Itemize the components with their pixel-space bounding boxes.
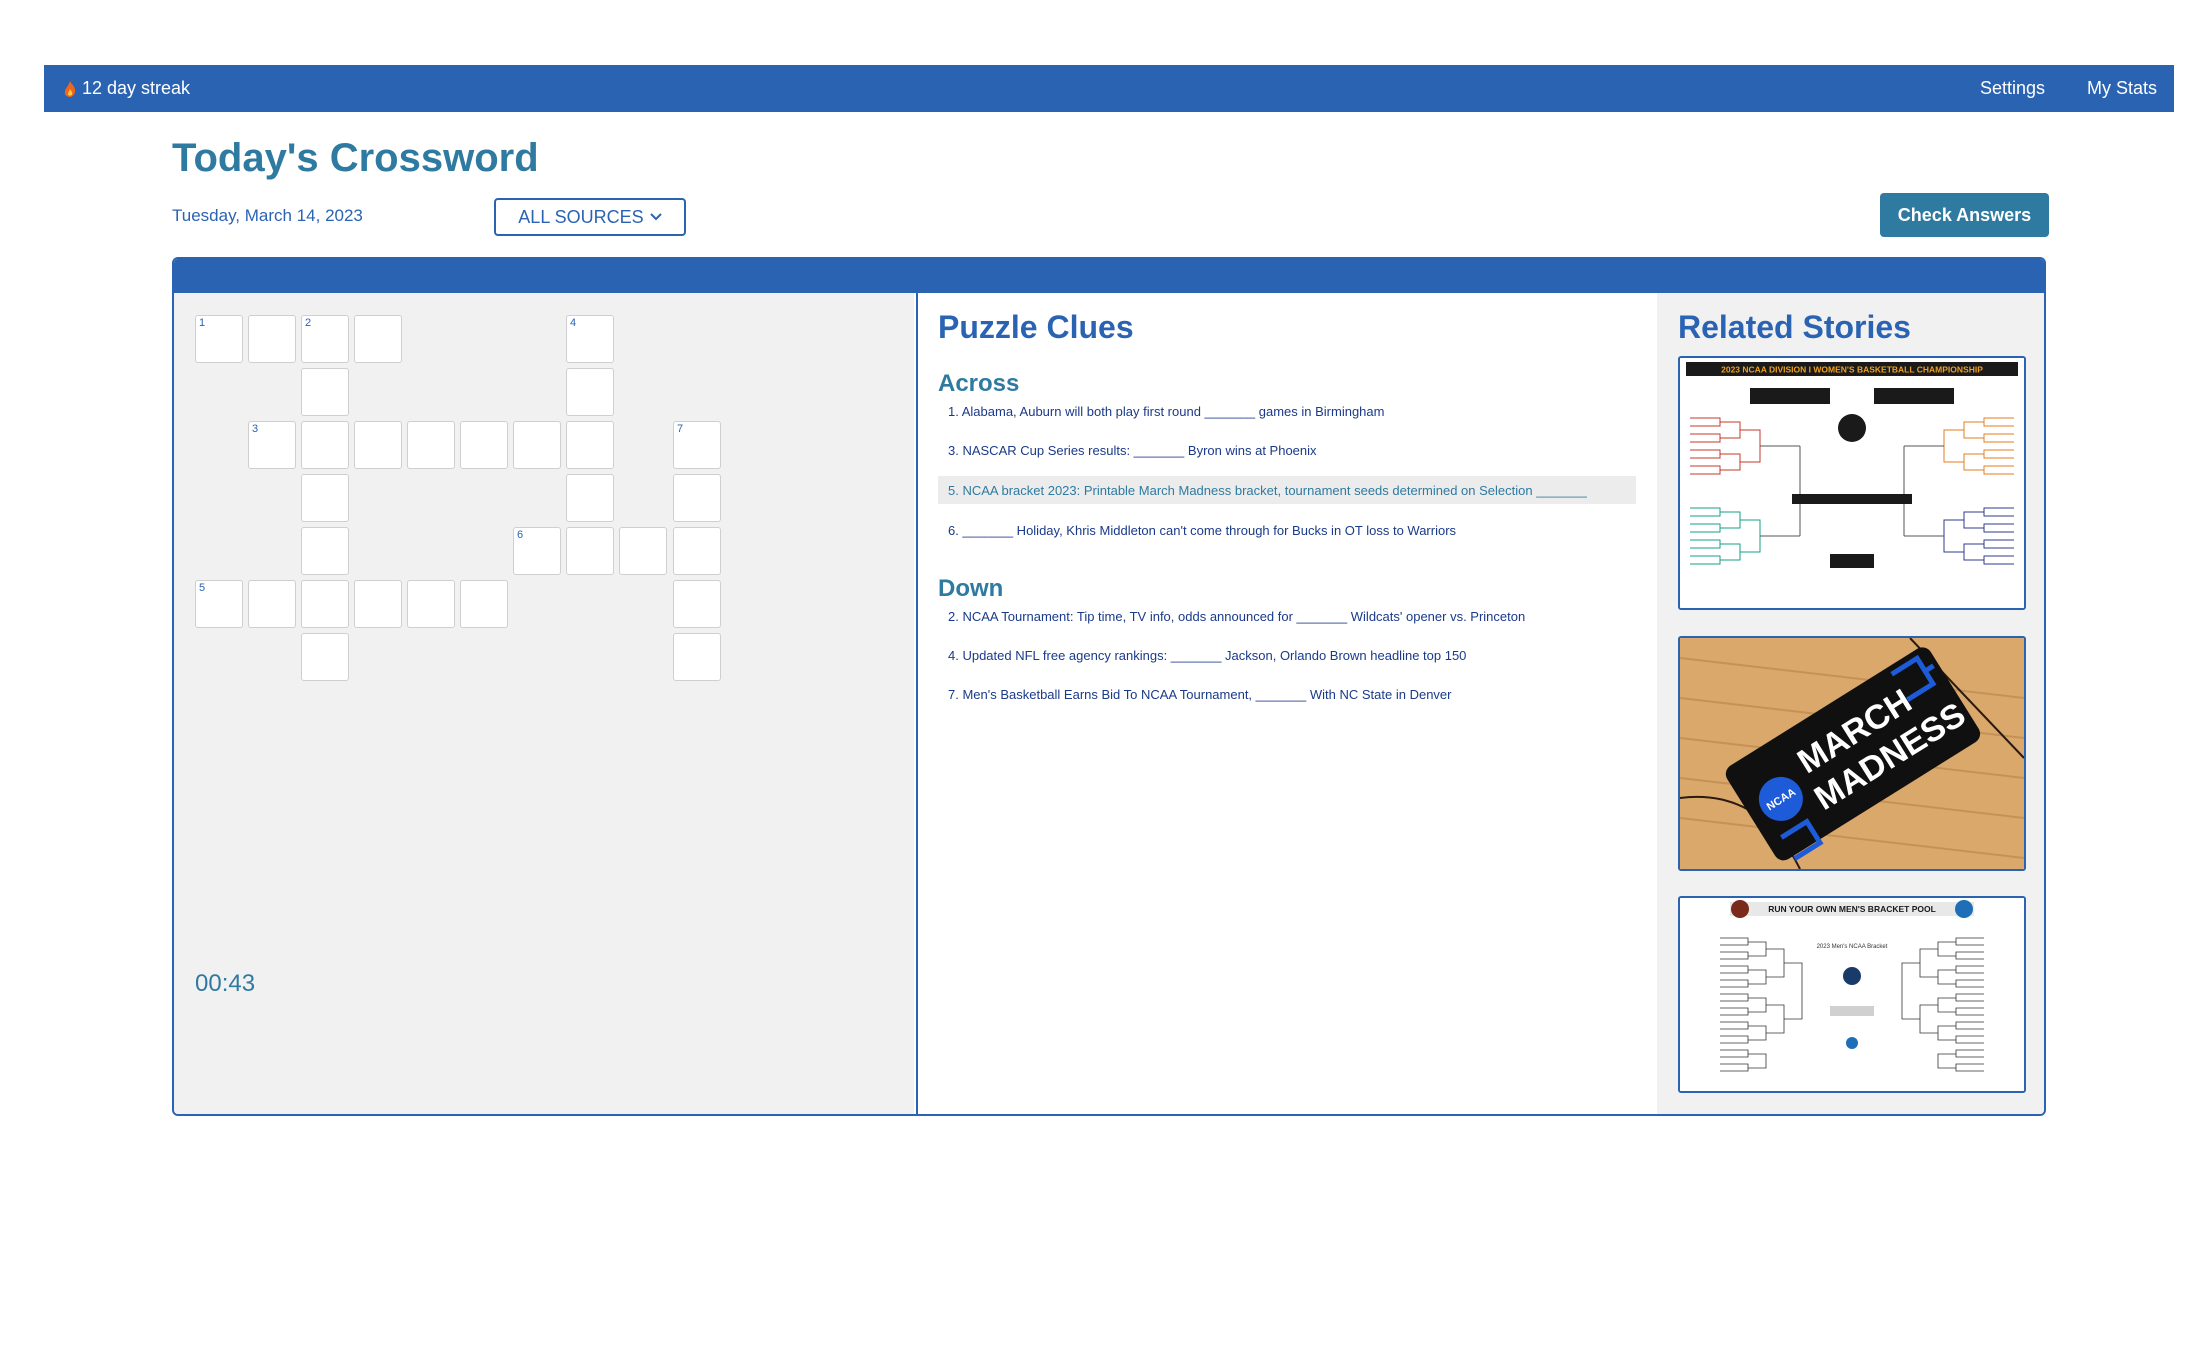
grid-cell[interactable] [566, 527, 614, 575]
grid-cell[interactable]: 4 [566, 315, 614, 363]
story-card-march-madness[interactable]: MARCH MADNESS NCAA [1678, 636, 2026, 871]
crossword-area: 1 2 4 3 7 6 5 00:43 [174, 293, 914, 1114]
clue-number: 2 [305, 317, 312, 329]
grid-cell[interactable] [673, 633, 721, 681]
story-card-mens-bracket[interactable]: RUN YOUR OWN MEN'S BRACKET POOL 2023 Men… [1678, 896, 2026, 1093]
grid-cell[interactable]: 5 [195, 580, 243, 628]
womens-bracket-banner: 2023 NCAA DIVISION I WOMEN'S BASKETBALL … [1721, 365, 1983, 375]
chevron-down-icon [649, 213, 662, 221]
streak-text: 12 day streak [82, 78, 191, 98]
streak-indicator: 12 day streak [64, 78, 190, 99]
clue-down-2[interactable]: 2. NCAA Tournament: Tip time, TV info, o… [938, 602, 1636, 630]
mens-bracket-image: RUN YOUR OWN MEN'S BRACKET POOL 2023 Men… [1680, 898, 2024, 1091]
clue-number: 1 [199, 317, 206, 329]
grid-cell[interactable] [566, 368, 614, 416]
timer: 00:43 [195, 970, 256, 997]
grid-cell[interactable] [460, 580, 508, 628]
puzzle-date: Tuesday, March 14, 2023 [172, 206, 363, 225]
clue-across-5[interactable]: 5. NCAA bracket 2023: Printable March Ma… [938, 476, 1636, 504]
grid-cell[interactable] [301, 474, 349, 522]
my-stats-link[interactable]: My Stats [2087, 78, 2157, 99]
clue-number: 4 [570, 317, 577, 329]
grid-cell[interactable] [566, 421, 614, 469]
march-madness-image: MARCH MADNESS NCAA [1680, 638, 2024, 869]
mens-bracket-subtitle: 2023 Men's NCAA Bracket [1817, 944, 1888, 950]
grid-cell[interactable]: 2 [301, 315, 349, 363]
clue-number: 5 [199, 582, 206, 594]
clue-number: 3 [252, 423, 259, 435]
grid-cell[interactable] [673, 527, 721, 575]
clue-across-1[interactable]: 1. Alabama, Auburn will both play first … [938, 397, 1636, 425]
grid-cell[interactable] [301, 633, 349, 681]
grid-cell[interactable] [460, 421, 508, 469]
top-bar: 12 day streak Settings My Stats [44, 65, 2174, 112]
grid-cell[interactable] [619, 527, 667, 575]
grid-cell[interactable] [301, 527, 349, 575]
grid-cell[interactable] [301, 368, 349, 416]
panel-header-bar [174, 259, 2044, 293]
across-heading: Across [938, 370, 1020, 397]
grid-cell[interactable] [673, 474, 721, 522]
clues-heading: Puzzle Clues [938, 309, 1134, 345]
mens-bracket-banner: RUN YOUR OWN MEN'S BRACKET POOL [1768, 904, 1936, 914]
settings-link[interactable]: Settings [1980, 78, 2045, 99]
clue-down-7[interactable]: 7. Men's Basketball Earns Bid To NCAA To… [938, 680, 1636, 708]
grid-cell[interactable] [407, 580, 455, 628]
story-card-womens-bracket[interactable]: 2023 NCAA DIVISION I WOMEN'S BASKETBALL … [1678, 356, 2026, 610]
flame-icon [64, 80, 76, 97]
grid-cell[interactable] [248, 315, 296, 363]
grid-cell[interactable]: 6 [513, 527, 561, 575]
clues-panel: Puzzle Clues Across 1. Alabama, Auburn w… [916, 293, 1659, 1114]
page-title: Today's Crossword [172, 136, 539, 180]
grid-cell[interactable]: 3 [248, 421, 296, 469]
grid-cell[interactable]: 1 [195, 315, 243, 363]
clue-across-6[interactable]: 6. _______ Holiday, Khris Middleton can'… [938, 516, 1636, 544]
stories-heading: Related Stories [1678, 309, 1911, 345]
clue-number: 7 [677, 423, 684, 435]
check-answers-button[interactable]: Check Answers [1880, 193, 2049, 237]
grid-cell[interactable] [354, 315, 402, 363]
clue-down-4[interactable]: 4. Updated NFL free agency rankings: ___… [938, 641, 1636, 669]
sources-label: ALL SOURCES [518, 206, 644, 227]
grid-cell[interactable] [407, 421, 455, 469]
sources-dropdown[interactable]: ALL SOURCES [494, 198, 686, 236]
grid-cell[interactable] [566, 474, 614, 522]
grid-cell[interactable] [301, 421, 349, 469]
clue-across-3[interactable]: 3. NASCAR Cup Series results: _______ By… [938, 436, 1636, 464]
grid-cell[interactable] [354, 421, 402, 469]
down-heading: Down [938, 575, 1004, 602]
grid-cell[interactable] [301, 580, 349, 628]
grid-cell[interactable] [673, 580, 721, 628]
main-panel: 1 2 4 3 7 6 5 00:43 Puzzle Clues Across … [172, 257, 2046, 1116]
related-stories-panel: Related Stories 2023 NCAA DIVISION I WOM… [1657, 293, 2044, 1114]
womens-bracket-image: 2023 NCAA DIVISION I WOMEN'S BASKETBALL … [1680, 358, 2024, 608]
clue-number: 6 [517, 529, 524, 541]
grid-cell[interactable]: 7 [673, 421, 721, 469]
grid-cell[interactable] [354, 580, 402, 628]
grid-cell[interactable] [248, 580, 296, 628]
grid-cell[interactable] [513, 421, 561, 469]
